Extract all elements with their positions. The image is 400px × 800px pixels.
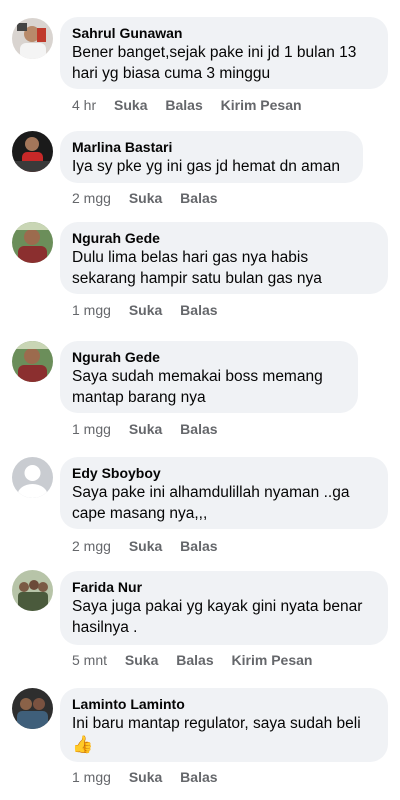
- comment-bubble: Farida Nur Saya juga pakai yg kayak gini…: [60, 571, 388, 645]
- comment-text: Dulu lima belas hari gas nya habis sekar…: [72, 249, 322, 287]
- reply-button[interactable]: Balas: [165, 97, 202, 113]
- comment-bubble: Ngurah Gede Dulu lima belas hari gas nya…: [60, 222, 388, 294]
- send-message-button[interactable]: Kirim Pesan: [232, 652, 313, 668]
- comment-bubble: Marlina Bastari Iya sy pke yg ini gas jd…: [60, 131, 363, 183]
- comment-actions: 2 mgg Suka Balas: [72, 190, 232, 206]
- default-avatar-icon: [12, 457, 53, 498]
- reply-button[interactable]: Balas: [180, 769, 217, 785]
- like-button[interactable]: Suka: [125, 652, 158, 668]
- like-button[interactable]: Suka: [129, 421, 162, 437]
- comment-author[interactable]: Ngurah Gede: [72, 348, 346, 366]
- comment-author[interactable]: Ngurah Gede: [72, 229, 376, 247]
- avatar[interactable]: [12, 18, 53, 59]
- reply-button[interactable]: Balas: [180, 421, 217, 437]
- comment-bubble: Laminto Laminto Ini baru mantap regulato…: [60, 688, 388, 762]
- comment-text: Iya sy pke yg ini gas jd hemat dn aman: [72, 158, 340, 175]
- avatar[interactable]: [12, 570, 53, 611]
- comment-time[interactable]: 1 mgg: [72, 421, 111, 437]
- comment-bubble: Sahrul Gunawan Bener banget,sejak pake i…: [60, 17, 388, 89]
- profile-photo-icon: [12, 570, 53, 611]
- profile-photo-icon: [12, 222, 53, 263]
- profile-photo-icon: [12, 131, 53, 172]
- reply-button[interactable]: Balas: [180, 190, 217, 206]
- profile-photo-icon: [12, 341, 53, 382]
- comment-author[interactable]: Marlina Bastari: [72, 138, 351, 156]
- comment-author[interactable]: Sahrul Gunawan: [72, 24, 376, 42]
- comment-text: Saya juga pakai yg kayak gini nyata bena…: [72, 598, 363, 636]
- comment-actions: 4 hr Suka Balas Kirim Pesan: [72, 97, 316, 113]
- comment-actions: 5 mnt Suka Balas Kirim Pesan: [72, 652, 326, 668]
- comment-actions: 2 mgg Suka Balas: [72, 538, 232, 554]
- avatar[interactable]: [12, 222, 53, 263]
- like-button[interactable]: Suka: [129, 769, 162, 785]
- like-button[interactable]: Suka: [129, 190, 162, 206]
- avatar[interactable]: [12, 688, 53, 729]
- comment-text: Ini baru mantap regulator, saya sudah be…: [72, 715, 361, 732]
- avatar[interactable]: [12, 457, 53, 498]
- like-button[interactable]: Suka: [114, 97, 147, 113]
- comment-author[interactable]: Edy Sboyboy: [72, 464, 376, 482]
- reply-button[interactable]: Balas: [180, 538, 217, 554]
- avatar[interactable]: [12, 341, 53, 382]
- comment-actions: 1 mgg Suka Balas: [72, 421, 232, 437]
- comment-text: Saya sudah memakai boss memang mantap ba…: [72, 368, 323, 406]
- reply-button[interactable]: Balas: [180, 302, 217, 318]
- comment-time[interactable]: 4 hr: [72, 97, 96, 113]
- thumbs-up-icon: 👍: [72, 735, 94, 754]
- comment-actions: 1 mgg Suka Balas: [72, 302, 232, 318]
- comment-author[interactable]: Farida Nur: [72, 578, 376, 596]
- comment-text: Saya pake ini alhamdulillah nyaman ..ga …: [72, 484, 350, 522]
- profile-photo-icon: [12, 688, 53, 729]
- reply-button[interactable]: Balas: [176, 652, 213, 668]
- like-button[interactable]: Suka: [129, 302, 162, 318]
- comment-time[interactable]: 2 mgg: [72, 538, 111, 554]
- send-message-button[interactable]: Kirim Pesan: [221, 97, 302, 113]
- comment-time[interactable]: 5 mnt: [72, 652, 107, 668]
- comment-author[interactable]: Laminto Laminto: [72, 695, 376, 713]
- comment-actions: 1 mgg Suka Balas: [72, 769, 232, 785]
- comment-time[interactable]: 2 mgg: [72, 190, 111, 206]
- like-button[interactable]: Suka: [129, 538, 162, 554]
- avatar[interactable]: [12, 131, 53, 172]
- comment-bubble: Ngurah Gede Saya sudah memakai boss mema…: [60, 341, 358, 413]
- profile-photo-icon: [12, 18, 53, 59]
- comment-time[interactable]: 1 mgg: [72, 302, 111, 318]
- comment-bubble: Edy Sboyboy Saya pake ini alhamdulillah …: [60, 457, 388, 529]
- comment-text: Bener banget,sejak pake ini jd 1 bulan 1…: [72, 44, 357, 82]
- comment-time[interactable]: 1 mgg: [72, 769, 111, 785]
